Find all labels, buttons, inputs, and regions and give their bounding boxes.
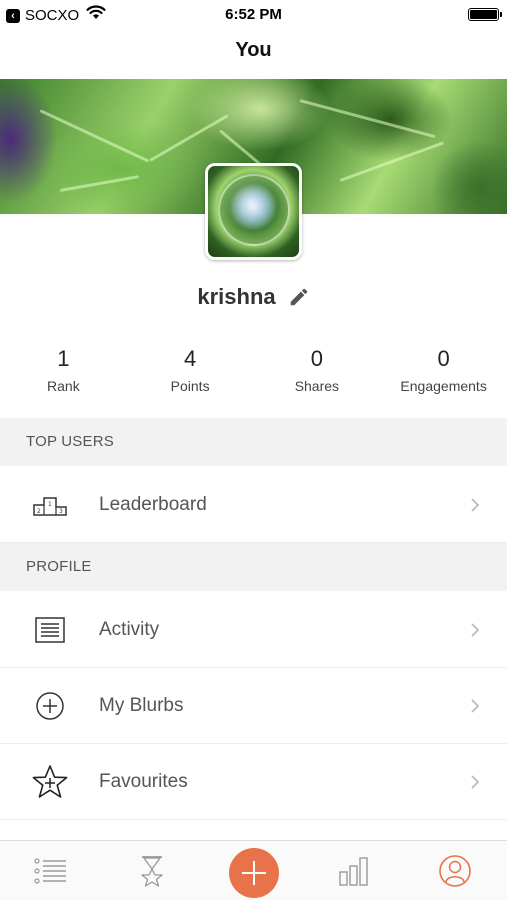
- stat-value: 1: [57, 346, 70, 371]
- stat-value: 0: [310, 346, 323, 371]
- tab-feed[interactable]: [21, 841, 81, 900]
- svg-text:1: 1: [48, 501, 52, 508]
- chevron-right-icon: [471, 622, 480, 637]
- stats-row: 1 Rank 4 Points 0 Shares 0 Engagements: [0, 346, 507, 394]
- hourglass-star-icon: [141, 856, 163, 887]
- profile-icon: [439, 855, 471, 887]
- activity-row[interactable]: Activity: [0, 592, 507, 668]
- section-header-top-users: TOP USERS: [0, 418, 507, 466]
- tab-bar: [0, 840, 507, 900]
- plus-circle-icon: [36, 691, 64, 720]
- row-label: Leaderboard: [99, 493, 207, 515]
- username: krishna: [197, 284, 276, 309]
- add-icon: [242, 861, 266, 885]
- my-blurbs-row[interactable]: My Blurbs: [0, 668, 507, 744]
- stat-points: 4 Points: [127, 346, 254, 394]
- stat-engagements: 0 Engagements: [380, 346, 507, 394]
- page-title: You: [235, 39, 272, 61]
- edit-pencil-icon[interactable]: [288, 286, 310, 308]
- stat-label: Shares: [294, 378, 340, 394]
- star-plus-icon: [32, 764, 68, 798]
- stat-value: 0: [437, 346, 450, 371]
- username-row: krishna: [0, 284, 507, 310]
- stat-shares: 0 Shares: [254, 346, 381, 394]
- row-label: Favourites: [99, 770, 188, 792]
- favourites-row[interactable]: Favourites: [0, 744, 507, 820]
- create-blurb-button[interactable]: [229, 848, 279, 898]
- svg-text:2: 2: [37, 508, 41, 515]
- section-header-profile: PROFILE: [0, 543, 507, 591]
- battery-icon: [468, 8, 502, 21]
- stat-label: Points: [170, 378, 210, 394]
- feed-list-icon: [34, 858, 66, 884]
- list-icon: [35, 616, 65, 643]
- status-time: 6:52 PM: [225, 6, 282, 23]
- chevron-right-icon: [471, 497, 480, 512]
- chevron-right-icon: [471, 698, 480, 713]
- leaderboard-row[interactable]: 2 1 3 Leaderboard: [0, 467, 507, 543]
- stat-label: Engagements: [400, 378, 487, 394]
- tab-history[interactable]: [122, 841, 182, 900]
- chevron-right-icon: [471, 774, 480, 789]
- podium-icon: 2 1 3: [33, 496, 67, 516]
- stat-label: Rank: [47, 378, 80, 394]
- status-bar: ‹ SOCXO 6:52 PM: [0, 0, 507, 30]
- row-label: Activity: [99, 618, 160, 640]
- row-label: My Blurbs: [99, 694, 184, 716]
- bar-chart-icon: [339, 857, 368, 886]
- avatar[interactable]: [205, 163, 302, 260]
- tab-profile[interactable]: [425, 841, 485, 900]
- tab-stats[interactable]: [324, 841, 384, 900]
- stat-rank: 1 Rank: [0, 346, 127, 394]
- stat-value: 4: [184, 346, 197, 371]
- svg-text:3: 3: [59, 508, 63, 515]
